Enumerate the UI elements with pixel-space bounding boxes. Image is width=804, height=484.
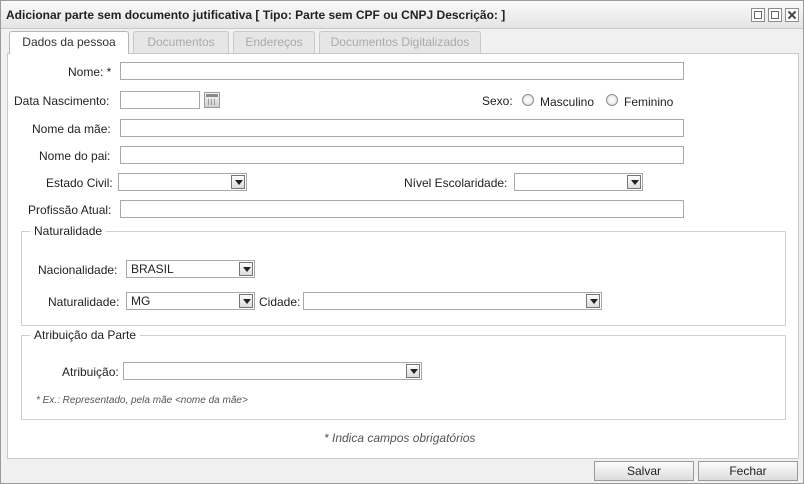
nome-label: Nome: * <box>68 65 112 79</box>
profissao-input[interactable] <box>120 200 684 218</box>
naturalidade-value: MG <box>131 294 151 308</box>
chevron-down-icon[interactable] <box>239 262 253 276</box>
chevron-down-icon[interactable] <box>586 294 600 308</box>
profissao-label: Profissão Atual: <box>28 203 112 217</box>
dialog-window: Adicionar parte sem documento jutificati… <box>0 0 804 484</box>
example-note: * Ex.: Representado, pela mãe <nome da m… <box>36 395 248 406</box>
nome-mae-label: Nome da mãe: <box>32 122 111 136</box>
title-bar[interactable]: Adicionar parte sem documento jutificati… <box>1 1 803 29</box>
calendar-icon[interactable] <box>204 92 220 108</box>
nome-pai-input[interactable] <box>120 146 684 164</box>
tab-dados-da-pessoa[interactable]: Dados da pessoa <box>9 31 129 54</box>
save-button[interactable]: Salvar <box>594 461 694 481</box>
nivel-escolaridade-label: Nível Escolaridade: <box>404 176 508 190</box>
estado-civil-select[interactable] <box>118 173 247 191</box>
naturalidade-label: Naturalidade: <box>48 295 120 309</box>
chevron-down-icon[interactable] <box>406 364 420 378</box>
restore-icon[interactable] <box>751 8 765 22</box>
nome-pai-label: Nome do pai: <box>39 149 111 163</box>
atribuicao-legend: Atribuição da Parte <box>30 328 141 342</box>
estado-civil-label: Estado Civil: <box>46 176 113 190</box>
tab-panel: Nome: * Data Nascimento: Sexo: Masculino… <box>7 53 799 459</box>
naturalidade-legend: Naturalidade <box>30 224 107 238</box>
tab-documentos-digitalizados[interactable]: Documentos Digitalizados <box>319 31 481 53</box>
required-fields-note: * Indica campos obrigatórios <box>324 431 476 445</box>
nacionalidade-label: Nacionalidade: <box>38 263 118 277</box>
close-icon[interactable] <box>785 8 799 22</box>
cidade-label: Cidade: <box>259 295 301 309</box>
nome-input[interactable] <box>120 62 684 80</box>
radio-feminino[interactable] <box>606 94 618 106</box>
masculino-label: Masculino <box>540 95 595 109</box>
nivel-escolaridade-select[interactable] <box>514 173 643 191</box>
naturalidade-select[interactable]: MG <box>126 292 255 310</box>
data-nascimento-input[interactable] <box>120 91 200 109</box>
cidade-select[interactable] <box>303 292 602 310</box>
chevron-down-icon[interactable] <box>231 175 245 189</box>
radio-masculino[interactable] <box>522 94 534 106</box>
atribuicao-fieldset: Atribuição da Parte Atribuição: * Ex.: R… <box>21 328 786 420</box>
atribuicao-select[interactable] <box>123 362 422 380</box>
naturalidade-fieldset: Naturalidade Nacionalidade: BRASIL Natur… <box>21 224 786 326</box>
atribuicao-label: Atribuição: <box>62 365 119 379</box>
nacionalidade-select[interactable]: BRASIL <box>126 260 255 278</box>
dialog-title: Adicionar parte sem documento jutificati… <box>6 8 506 22</box>
tab-enderecos[interactable]: Endereços <box>233 31 315 53</box>
chevron-down-icon[interactable] <box>627 175 641 189</box>
nacionalidade-value: BRASIL <box>131 262 174 276</box>
chevron-down-icon[interactable] <box>239 294 253 308</box>
feminino-label: Feminino <box>624 95 674 109</box>
tab-documentos[interactable]: Documentos <box>133 31 229 53</box>
sexo-label: Sexo: <box>482 94 513 108</box>
nome-mae-input[interactable] <box>120 119 684 137</box>
close-button[interactable]: Fechar <box>698 461 798 481</box>
data-nascimento-label: Data Nascimento: <box>14 94 110 108</box>
maximize-icon[interactable] <box>768 8 782 22</box>
